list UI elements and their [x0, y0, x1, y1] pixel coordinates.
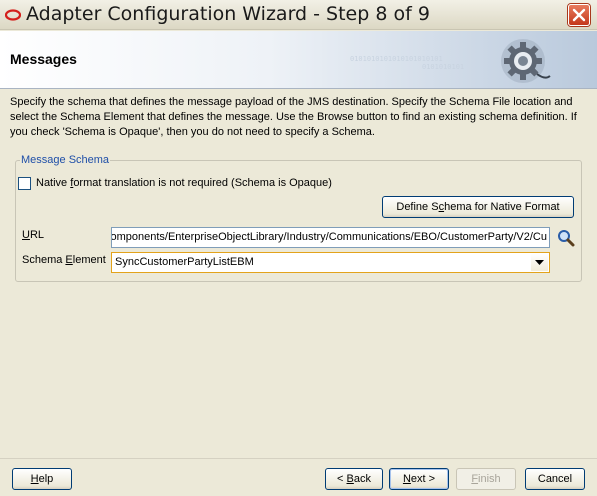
page-title: Messages: [10, 51, 77, 67]
message-schema-legend: Message Schema: [20, 154, 111, 166]
url-label: URL: [22, 229, 45, 241]
oracle-app-icon: [5, 9, 21, 21]
define-schema-native-format-button[interactable]: Define Schema for Native Format: [382, 196, 574, 218]
binary-line-1: 0101010101010101010101: [350, 55, 443, 63]
schema-element-select[interactable]: SyncCustomerPartyListEBM: [111, 252, 550, 273]
wizard-header: Messages 0101010101010101010101 01010101…: [0, 31, 597, 89]
footer-divider: [0, 458, 597, 459]
binary-line-2: 0101010101: [422, 63, 465, 71]
next-button[interactable]: Next >: [389, 468, 449, 490]
search-icon[interactable]: [557, 229, 575, 247]
close-icon: [572, 8, 586, 22]
opaque-checkbox-label[interactable]: Native format translation is not require…: [36, 177, 332, 189]
instructions-text: Specify the schema that defines the mess…: [10, 96, 577, 138]
cancel-button[interactable]: Cancel: [525, 468, 585, 490]
chevron-down-icon: [535, 260, 544, 265]
help-button[interactable]: Help: [12, 468, 72, 490]
gear-icon: [501, 39, 551, 83]
schema-element-value: SyncCustomerPartyListEBM: [115, 256, 254, 268]
dropdown-button[interactable]: [531, 254, 548, 271]
window-title: Adapter Configuration Wizard - Step 8 of…: [26, 3, 430, 25]
finish-button: Finish: [456, 468, 516, 490]
title-bar: Adapter Configuration Wizard - Step 8 of…: [0, 0, 597, 30]
back-button[interactable]: < Back: [325, 468, 383, 490]
binary-decoration: 0101010101010101010101 0101010101: [350, 55, 464, 71]
schema-element-label: Schema Element: [22, 254, 106, 266]
close-button[interactable]: [568, 4, 590, 26]
url-input[interactable]: Components/EnterpriseObjectLibrary/Indus…: [111, 227, 550, 248]
opaque-checkbox[interactable]: [18, 177, 31, 190]
